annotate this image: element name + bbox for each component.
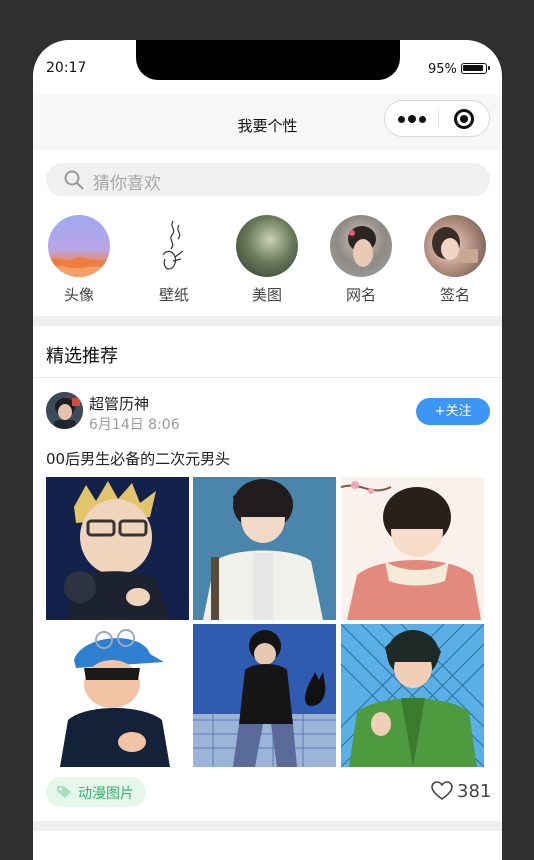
avatar[interactable] — [46, 392, 83, 429]
category-nickname-image — [330, 215, 392, 277]
category-label: 头像 — [63, 286, 94, 304]
post-image-4[interactable] — [46, 624, 189, 767]
post-text: 00后男生必备的二次元男头 — [46, 450, 231, 468]
status-time: 20:17 — [46, 60, 87, 76]
post-image-grid — [46, 477, 486, 767]
category-avatar-image — [48, 215, 110, 277]
category-signature-image — [424, 215, 486, 277]
search-input[interactable]: 猜你喜欢 — [46, 163, 490, 196]
category-nickname[interactable]: 网名 — [326, 215, 396, 305]
section-divider — [33, 821, 502, 831]
section-divider — [33, 316, 502, 326]
category-signature[interactable]: 签名 — [420, 215, 490, 305]
user-name[interactable]: 超管历神 — [89, 393, 149, 414]
post-image-2[interactable] — [193, 477, 336, 620]
battery-percent: 95% — [428, 62, 457, 77]
mini-program-capsule — [384, 100, 490, 137]
category-beauty[interactable]: 美图 — [232, 215, 302, 305]
search-icon — [64, 170, 84, 190]
divider — [33, 377, 502, 378]
battery-icon — [461, 63, 490, 74]
tag-label: 动漫图片 — [78, 786, 134, 802]
capsule-divider — [438, 110, 439, 128]
close-miniprogram-icon[interactable] — [454, 109, 474, 129]
more-icon[interactable] — [398, 113, 428, 125]
category-wallpaper-image — [143, 215, 205, 277]
follow-button[interactable]: +关注 — [416, 398, 490, 425]
tag-icon — [57, 786, 71, 798]
post-image-3[interactable] — [341, 477, 484, 620]
notch — [136, 40, 400, 80]
category-tag[interactable]: 动漫图片 — [46, 777, 146, 807]
category-row: 头像 壁纸 美图 网名 签名 — [33, 215, 502, 310]
section-title: 精选推荐 — [46, 346, 118, 367]
category-label: 签名 — [439, 286, 470, 304]
post-image-6[interactable] — [341, 624, 484, 767]
category-label: 网名 — [345, 286, 376, 304]
heart-icon[interactable] — [431, 781, 453, 801]
search-placeholder: 猜你喜欢 — [93, 174, 161, 194]
navbar: 我要个性 — [33, 95, 502, 150]
post-image-5[interactable] — [193, 624, 336, 767]
category-label: 壁纸 — [158, 286, 189, 304]
post-date: 6月14日 8:06 — [89, 417, 180, 433]
category-avatar[interactable]: 头像 — [44, 215, 114, 305]
category-beauty-image — [236, 215, 298, 277]
phone-screen: 20:17 95% 我要个性 猜你喜欢 头像 壁纸 美图 网名 签名 精选推荐 … — [33, 40, 502, 860]
like-count: 381 — [457, 781, 492, 802]
category-wallpaper[interactable]: 壁纸 — [139, 215, 209, 305]
category-label: 美图 — [251, 286, 282, 304]
post-image-1[interactable] — [46, 477, 189, 620]
